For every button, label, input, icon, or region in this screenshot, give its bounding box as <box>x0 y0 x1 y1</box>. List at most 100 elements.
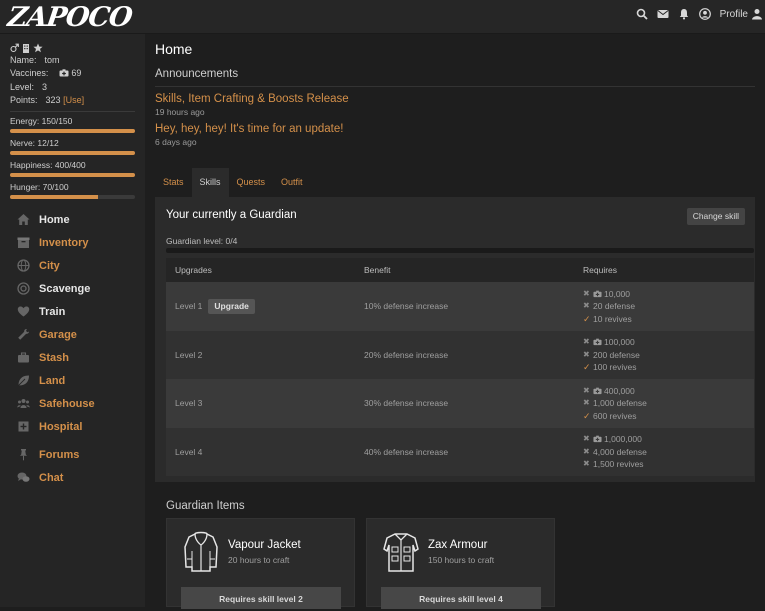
requirement-text: 100 revives <box>593 362 637 372</box>
table-body: Level 1 Upgrade 10% defense increase ✖ 10,00… <box>166 282 754 476</box>
sidebar-item-land[interactable]: Land <box>0 369 145 392</box>
vaccine-icon <box>593 338 602 346</box>
mail-icon[interactable] <box>657 8 669 20</box>
logo[interactable]: ZAPOCO <box>6 2 134 33</box>
sidebar-item-train[interactable]: Train <box>0 300 145 323</box>
sidebar-item-chat[interactable]: Chat <box>0 466 145 489</box>
announcement-date: 19 hours ago <box>155 107 205 117</box>
announcement-title[interactable]: Skills, Item Crafting & Boosts Release <box>155 93 349 105</box>
vaccines-row: Vaccines: 69 <box>10 68 82 79</box>
requirement-text: 10,000 <box>604 288 630 299</box>
requirement-text: 100,000 <box>604 337 635 347</box>
tab-stats[interactable]: Stats <box>155 168 192 197</box>
requires-cell: ✖ 400,000 ✖ 1,000 defense ✓ 600 revives <box>583 385 754 423</box>
leaf-icon <box>18 375 29 387</box>
check-icon: ✓ <box>583 410 591 421</box>
upgrade-button[interactable]: Upgrade <box>208 298 255 314</box>
cross-icon: ✖ <box>583 459 590 468</box>
use-points-link[interactable]: [Use] <box>63 95 84 105</box>
check-icon: ✓ <box>583 313 591 324</box>
requirement: ✖ 400,000 <box>583 385 754 398</box>
upgrade-cell: Level 3 <box>166 398 364 408</box>
sidebar-item-scavenge[interactable]: Scavenge <box>0 277 145 300</box>
page-title: Home <box>155 41 193 57</box>
announcement-item[interactable]: Skills, Item Crafting & Boosts Release 1… <box>155 93 349 117</box>
requirement: ✖ 1,000,000 <box>583 433 754 446</box>
player-stats: Name: tom Vaccines: 69 Level: 3 Points: 323… <box>0 34 145 107</box>
requirement: ✖ 100,000 <box>583 336 754 349</box>
guardian-level-label: Guardian level: 0/4 <box>166 236 238 246</box>
table-row: Level 2 20% defense increase ✖ 100,000 ✖ 200 … <box>166 330 754 379</box>
requirement: ✖ 10,000 <box>583 288 754 301</box>
requirement-text: 400,000 <box>604 385 635 396</box>
benefit-cell: 10% defense increase <box>364 301 449 312</box>
requirement-text: 1,500 revives <box>593 459 644 469</box>
user-circle-icon[interactable] <box>698 8 711 20</box>
hospital-icon <box>18 421 29 432</box>
upgrade-cell: Level 1 Upgrade <box>166 298 364 314</box>
announcement-date: 6 days ago <box>155 137 197 147</box>
sidebar-item-city[interactable]: City <box>0 254 145 277</box>
sidebar-item-safehouse[interactable]: Safehouse <box>0 392 145 415</box>
hunger-bar[interactable]: Hunger: 70/100 <box>10 182 135 200</box>
sidebar-item-stash[interactable]: Stash <box>0 346 145 369</box>
profile-label: Profile <box>719 8 748 20</box>
points-row: Points: 323 [Use] <box>10 94 85 105</box>
sidebar-item-inventory[interactable]: Inventory <box>0 231 145 254</box>
happiness-bar-fill <box>10 173 135 178</box>
requirement-text: 10 revives <box>593 313 632 324</box>
nerve-bar[interactable]: Nerve: 12/12 <box>10 138 135 156</box>
requirement: ✖ 200 defense <box>583 349 754 362</box>
guardian-level-bar <box>166 248 754 253</box>
craft-button[interactable]: Requires skill level 4 <box>381 587 541 609</box>
requirement-text: 600 revives <box>593 410 637 421</box>
requires-cell: ✖ 1,000,000 ✖ 4,000 defense ✖ 1,500 revives <box>583 433 754 471</box>
search-icon[interactable] <box>636 8 648 20</box>
table-row: Level 4 40% defense increase ✖ 1,000,000 ✖ 4,… <box>166 427 754 476</box>
announcements-divider <box>155 86 755 87</box>
people-icon <box>17 399 30 409</box>
cross-icon: ✖ <box>583 385 590 395</box>
change-skill-button[interactable]: Change skill <box>686 208 745 225</box>
vaccines-count: 69 <box>71 68 82 79</box>
column-header-upgrades: Upgrades <box>175 265 212 275</box>
announcement-title[interactable]: Hey, hey, hey! It's time for an update! <box>155 123 343 135</box>
table-row: Level 3 30% defense increase ✖ 400,000 ✖ 1,00… <box>166 379 754 428</box>
announcement-item[interactable]: Hey, hey, hey! It's time for an update! … <box>155 123 343 147</box>
main-content: Home Announcements Skills, Item Crafting… <box>145 34 765 609</box>
skill-title: Your currently a Guardian <box>166 209 297 221</box>
table-header: Upgrades Benefit Requires <box>166 258 754 282</box>
requirement-text: 1,000 defense <box>593 398 647 408</box>
globe-icon <box>17 259 30 272</box>
sidebar-item-home[interactable]: Home <box>0 208 145 231</box>
cross-icon: ✖ <box>583 398 590 407</box>
requirement: ✖ 1,000 defense <box>583 397 754 410</box>
upgrade-level: Level 1 <box>175 301 203 312</box>
guardian-items-heading: Guardian Items <box>166 500 245 512</box>
vaccine-icon <box>593 387 602 394</box>
profile-menu[interactable]: Profile <box>720 8 763 20</box>
sidebar-item-garage[interactable]: Garage <box>0 323 145 346</box>
stat-bars: Energy: 150/150 Nerve: 12/12 Happiness: … <box>0 116 145 200</box>
benefit-cell: 20% defense increase <box>364 349 449 360</box>
requirement-text: 1,000,000 <box>604 434 642 444</box>
cross-icon: ✖ <box>583 446 590 456</box>
requires-cell: ✖ 10,000 ✖ 20 defense ✓ 10 revives <box>583 288 754 326</box>
item-card: Vapour Jacket 20 hours to craft Requires… <box>166 518 355 609</box>
box-icon <box>17 237 30 249</box>
benefit-cell: 30% defense increase <box>364 398 449 409</box>
bell-icon[interactable] <box>678 8 690 20</box>
item-card: Zax Armour 150 hours to craft Requires s… <box>366 518 555 609</box>
vaccine-icon <box>593 435 602 443</box>
tab-outfit[interactable]: Outfit <box>273 168 311 197</box>
sidebar-item-forums[interactable]: Forums <box>0 443 145 466</box>
happiness-bar[interactable]: Happiness: 400/400 <box>10 160 135 178</box>
item-craft-time: 20 hours to craft <box>228 555 290 565</box>
top-icons: Profile <box>636 8 763 20</box>
craft-button[interactable]: Requires skill level 2 <box>181 587 341 609</box>
tab-quests[interactable]: Quests <box>229 168 274 197</box>
jacket-icon <box>184 531 218 572</box>
sidebar-item-hospital[interactable]: Hospital <box>0 415 145 438</box>
tab-skills[interactable]: Skills <box>191 168 229 197</box>
energy-bar[interactable]: Energy: 150/150 <box>10 116 135 134</box>
